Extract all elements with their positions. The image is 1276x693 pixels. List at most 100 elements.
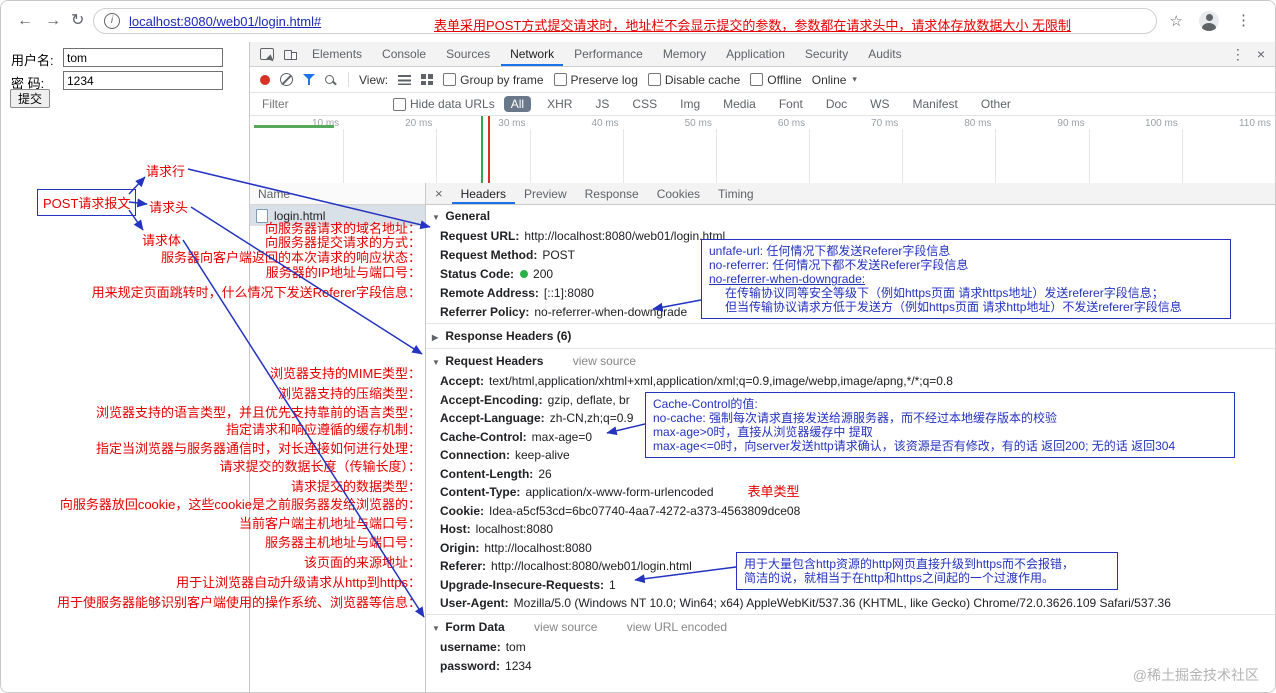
request-headers-section-header[interactable]: ▼ Request Headers view source bbox=[426, 350, 1275, 372]
throttling-dropdown[interactable]: Online ▾ bbox=[812, 73, 857, 87]
triangle-expanded-icon: ▼ bbox=[432, 358, 440, 367]
tab-timing[interactable]: Timing bbox=[709, 183, 763, 204]
devtools-menu-icon[interactable]: ⋮ bbox=[1231, 46, 1245, 63]
throttling-value: Online bbox=[811, 72, 847, 87]
filter-chip-js[interactable]: JS bbox=[588, 96, 616, 112]
view-url-encoded-link[interactable]: view URL encoded bbox=[627, 620, 727, 634]
triangle-collapsed-icon: ▶ bbox=[432, 333, 439, 342]
content-type-annotation: 表单类型 bbox=[747, 484, 800, 499]
hide-data-urls-checkbox[interactable]: Hide data URLs bbox=[393, 97, 495, 111]
details-tabbar: × Headers Preview Response Cookies Timin… bbox=[426, 183, 1275, 205]
request-headers-title: Request Headers bbox=[445, 354, 544, 368]
filter-chip-doc[interactable]: Doc bbox=[819, 96, 854, 112]
response-headers-section-header[interactable]: ▶ Response Headers (6) bbox=[426, 325, 1275, 347]
filter-chip-ws[interactable]: WS bbox=[863, 96, 896, 112]
response-headers-title: Response Headers (6) bbox=[445, 329, 572, 343]
hide-data-urls-label: Hide data URLs bbox=[410, 97, 495, 111]
form-data-section-header[interactable]: ▼ Form Data view source view URL encoded bbox=[426, 616, 1275, 638]
view-source-link[interactable]: view source bbox=[573, 354, 636, 368]
list-view-icon[interactable] bbox=[398, 74, 412, 85]
filter-icon[interactable] bbox=[303, 74, 315, 85]
tab-sources[interactable]: Sources bbox=[437, 42, 499, 66]
tab-security[interactable]: Security bbox=[796, 42, 857, 66]
disable-cache-checkbox[interactable]: Disable cache bbox=[647, 72, 741, 87]
tab-console[interactable]: Console bbox=[373, 42, 435, 66]
bookmark-star-icon[interactable]: ☆ bbox=[1170, 12, 1183, 30]
tab-audits[interactable]: Audits bbox=[859, 42, 910, 66]
header-host: Host: localhost:8080 bbox=[440, 522, 554, 536]
tab-cookies[interactable]: Cookies bbox=[648, 183, 709, 204]
annotation-cookie: 向服务器放回cookie，这些cookie是之前服务器发给浏览器的： bbox=[59, 497, 421, 512]
filter-chip-css[interactable]: CSS bbox=[625, 96, 664, 112]
preserve-log-checkbox[interactable]: Preserve log bbox=[553, 73, 638, 87]
tab-elements[interactable]: Elements bbox=[303, 42, 371, 66]
timeline-tick: 50 ms bbox=[684, 118, 712, 129]
header-content-type: Content-Type: application/x-www-form-urle… bbox=[440, 484, 800, 499]
record-icon[interactable] bbox=[260, 74, 270, 85]
network-overview-timeline[interactable]: 10 ms 20 ms 30 ms 40 ms 50 ms 60 ms 70 m… bbox=[250, 116, 1275, 187]
divider bbox=[426, 323, 1275, 324]
tab-application[interactable]: Application bbox=[717, 42, 794, 66]
post-packet-box: POST请求报文 bbox=[37, 189, 137, 216]
back-icon[interactable]: ← bbox=[17, 11, 33, 31]
tab-headers[interactable]: Headers bbox=[452, 183, 515, 204]
filter-chip-other[interactable]: Other bbox=[974, 96, 1018, 112]
tab-preview[interactable]: Preview bbox=[515, 183, 576, 204]
group-by-frame-label: Group by frame bbox=[460, 72, 544, 87]
annotation-connection: 指定当浏览器与服务器通信时，对长连接如何进行处理： bbox=[95, 441, 421, 456]
grid-view-icon[interactable] bbox=[421, 74, 434, 85]
disable-cache-label: Disable cache bbox=[664, 72, 741, 87]
group-by-frame-checkbox[interactable]: Group by frame bbox=[443, 72, 544, 87]
timeline-tick: 80 ms bbox=[964, 118, 992, 129]
tab-memory[interactable]: Memory bbox=[654, 42, 715, 66]
profile-avatar[interactable] bbox=[1199, 11, 1219, 31]
divider bbox=[426, 613, 1275, 615]
browser-menu-icon[interactable]: ⋮ bbox=[1236, 11, 1251, 29]
page-info-icon[interactable]: i bbox=[104, 13, 120, 29]
filter-chip-media[interactable]: Media bbox=[716, 96, 763, 112]
tab-network[interactable]: Network bbox=[501, 42, 563, 66]
request-list-header[interactable]: Name bbox=[250, 183, 425, 205]
network-toolbar: View: Group by frame Preserve log Disabl… bbox=[250, 67, 1275, 93]
chevron-down-icon: ▾ bbox=[852, 74, 857, 84]
header-cookie: Cookie: Idea-a5cf53cd=6bc07740-4aa7-4272-… bbox=[440, 503, 801, 518]
url-text[interactable]: localhost:8080/web01/login.html# bbox=[129, 14, 321, 29]
filter-chip-xhr[interactable]: XHR bbox=[540, 96, 579, 112]
refresh-icon[interactable]: ↻ bbox=[71, 11, 84, 31]
view-label: View: bbox=[359, 72, 389, 87]
tab-response[interactable]: Response bbox=[576, 183, 648, 204]
filter-chip-font[interactable]: Font bbox=[772, 96, 810, 112]
annotation-accept-language: 浏览器支持的语言类型，并且优先支持靠前的语言类型： bbox=[95, 405, 421, 420]
tab-performance[interactable]: Performance bbox=[565, 42, 652, 66]
timeline-tick: 110 ms bbox=[1238, 118, 1271, 129]
form-data-view-source-link[interactable]: view source bbox=[534, 620, 597, 634]
general-section-header[interactable]: ▼ General bbox=[426, 205, 1275, 227]
details-close-icon[interactable]: × bbox=[426, 186, 452, 201]
triangle-expanded-icon: ▼ bbox=[432, 213, 440, 222]
browser-window: ← → ↻ i localhost:8080/web01/login.html#… bbox=[0, 0, 1276, 693]
annotation-referrer-policy: 用来规定页面跳转时，什么情况下发送Referer字段信息： bbox=[91, 285, 421, 300]
filter-input[interactable] bbox=[260, 96, 384, 112]
annotation-upgrade-insecure-requests: 用于让浏览器自动升级请求从http到https： bbox=[176, 575, 421, 590]
submit-button[interactable]: 提交 bbox=[10, 89, 51, 108]
password-field[interactable] bbox=[63, 71, 223, 90]
annotation-request-url: 向服务器请求的域名地址： bbox=[264, 221, 421, 236]
filter-chip-manifest[interactable]: Manifest bbox=[906, 96, 965, 112]
search-icon[interactable] bbox=[325, 75, 334, 84]
device-toolbar-icon[interactable] bbox=[284, 49, 297, 60]
inspect-element-icon[interactable] bbox=[260, 48, 274, 60]
clear-icon[interactable] bbox=[280, 73, 293, 86]
divider bbox=[426, 348, 1275, 349]
timeline-tick: 40 ms bbox=[591, 118, 619, 129]
devtools-close-icon[interactable]: × bbox=[1257, 46, 1265, 62]
request-body-label: 请求体 bbox=[142, 233, 182, 248]
timeline-tick: 20 ms bbox=[405, 118, 433, 129]
filter-chip-img[interactable]: Img bbox=[673, 96, 707, 112]
offline-checkbox[interactable]: Offline bbox=[750, 73, 802, 87]
forward-icon[interactable]: → bbox=[45, 11, 61, 31]
filter-chip-all[interactable]: All bbox=[503, 96, 532, 112]
username-field[interactable] bbox=[63, 48, 223, 67]
general-title: General bbox=[445, 209, 491, 223]
timeline-tick: 70 ms bbox=[871, 118, 899, 129]
annotation-content-type: 请求提交的数据类型： bbox=[290, 479, 421, 494]
